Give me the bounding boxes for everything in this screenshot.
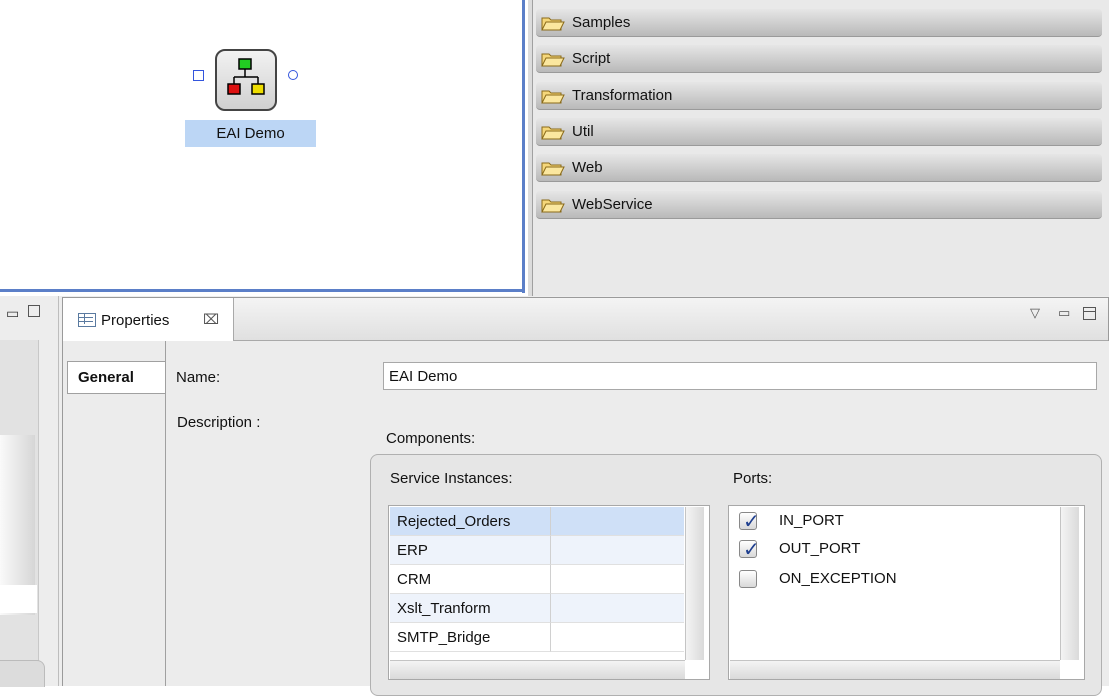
drawer-label: Samples	[572, 14, 631, 31]
list-cell[interactable]	[550, 507, 684, 536]
folder-icon	[541, 124, 565, 144]
horizontal-scrollbar[interactable]	[730, 660, 1060, 679]
folder-icon	[541, 197, 565, 217]
list-item[interactable]: Rejected_Orders	[390, 507, 550, 536]
tab-label: Properties	[101, 312, 170, 329]
vertical-scrollbar[interactable]	[1060, 507, 1079, 660]
node-input-port[interactable]	[193, 70, 204, 81]
list-item[interactable]: ERP	[390, 536, 550, 565]
ports-label: Ports:	[733, 470, 773, 487]
canvas-focus-border-bottom	[0, 289, 525, 292]
port-label: IN_PORT	[779, 512, 844, 529]
folder-icon	[541, 51, 565, 71]
service-instances-list[interactable]: Rejected_Orders ERP CRM Xslt_Tranform SM…	[388, 505, 710, 680]
vertical-scrollbar[interactable]	[685, 507, 704, 660]
left-panel-tab[interactable]	[0, 660, 45, 687]
close-icon[interactable]: ⌧	[203, 311, 219, 328]
palette-drawer-script[interactable]: Script	[536, 45, 1102, 73]
drawer-label: Script	[572, 50, 611, 67]
name-label: Name:	[176, 369, 221, 386]
folder-icon	[541, 88, 565, 108]
service-instances-label: Service Instances:	[390, 470, 513, 487]
list-cell[interactable]	[550, 623, 684, 652]
description-label: Description :	[177, 414, 261, 431]
out-port-checkbox[interactable]: ✓	[739, 539, 760, 561]
on-exception-checkbox[interactable]	[739, 570, 757, 588]
section-tab-label: General	[78, 369, 134, 386]
drawer-label: WebService	[572, 196, 653, 213]
folder-icon	[541, 15, 565, 35]
components-label: Components:	[386, 430, 476, 447]
list-item[interactable]: CRM	[390, 565, 550, 594]
drawer-label: Util	[572, 123, 594, 140]
minimize-icon[interactable]: ▭	[1058, 305, 1070, 321]
palette-drawer-samples[interactable]: Samples	[536, 9, 1102, 37]
table-icon	[78, 313, 96, 327]
palette-drawer-web[interactable]: Web	[536, 154, 1102, 182]
folder-icon	[541, 160, 565, 180]
horizontal-scrollbar[interactable]	[390, 660, 685, 679]
list-cell[interactable]	[550, 536, 684, 565]
node-label[interactable]: EAI Demo	[185, 120, 316, 147]
list-item[interactable]: Xslt_Tranform	[390, 594, 550, 623]
name-field[interactable]	[383, 362, 1097, 390]
canvas-focus-border	[522, 0, 525, 293]
maximize-icon[interactable]	[1083, 307, 1096, 320]
drawer-label: Web	[572, 159, 603, 176]
eai-demo-node[interactable]	[215, 49, 277, 111]
list-cell[interactable]	[550, 565, 684, 594]
palette: Samples Script Transformation Util Web W…	[533, 0, 1109, 296]
hierarchy-icon	[227, 58, 265, 95]
node-output-port[interactable]	[288, 70, 298, 80]
ports-list[interactable]: ✓ IN_PORT ✓ OUT_PORT ON_EXCEPTION	[728, 505, 1085, 680]
port-label: ON_EXCEPTION	[779, 570, 897, 587]
minimize-icon[interactable]: ▭	[6, 305, 19, 322]
checkmark-icon: ✓	[743, 511, 760, 533]
palette-drawer-transformation[interactable]: Transformation	[536, 82, 1102, 110]
in-port-checkbox[interactable]: ✓	[739, 511, 760, 533]
drawer-label: Transformation	[572, 87, 673, 104]
view-menu-icon[interactable]: ▽	[1030, 305, 1040, 321]
palette-drawer-webservice[interactable]: WebService	[536, 191, 1102, 219]
left-panel-field	[0, 585, 37, 613]
list-item[interactable]: SMTP_Bridge	[390, 623, 550, 652]
maximize-icon[interactable]	[28, 305, 40, 317]
palette-drawer-util[interactable]: Util	[536, 118, 1102, 146]
list-cell[interactable]	[550, 594, 684, 623]
checkmark-icon: ✓	[743, 539, 760, 561]
port-label: OUT_PORT	[779, 540, 861, 557]
